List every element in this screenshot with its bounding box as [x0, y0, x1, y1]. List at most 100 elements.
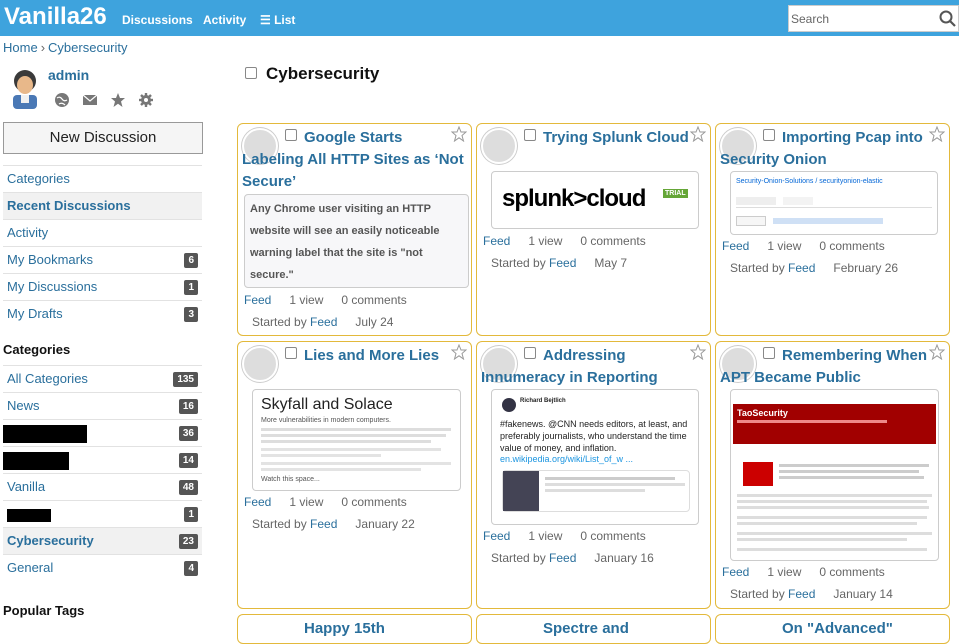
discussion-card[interactable]: Lies and More Lies Skyfall and Solace Mo… [237, 341, 472, 609]
started-by: Started by Feed July 24 [252, 315, 394, 329]
username[interactable]: admin [48, 67, 89, 83]
envelope-icon[interactable] [82, 92, 98, 108]
preview-image: Security-Onion-Solutions / securityonion… [730, 171, 938, 235]
started-by: Started by Feed January 22 [252, 517, 415, 531]
preview-image: Skyfall and Solace More vulnerabilities … [252, 389, 461, 491]
discussion-card[interactable]: Remembering When APT Became Public TaoSe… [715, 341, 950, 609]
redacted-label [3, 425, 87, 443]
nav-list[interactable]: ☰ List [260, 13, 295, 27]
count-badge: 16 [178, 399, 198, 414]
discussion-title[interactable]: Lies and More Lies [242, 345, 468, 367]
count-badge: 1 [184, 280, 198, 295]
category-item-vanilla[interactable]: Vanilla 48 [3, 473, 202, 500]
sidebar-item-activity[interactable]: Activity [3, 219, 202, 246]
gear-icon[interactable] [138, 92, 154, 108]
redacted-label [3, 452, 69, 470]
site-logo[interactable]: Vanilla26 [4, 3, 107, 31]
author-link[interactable]: Feed [310, 517, 337, 531]
discussion-title[interactable]: Remembering When APT Became Public [720, 345, 946, 389]
author-link[interactable]: Feed [788, 261, 815, 275]
top-navbar: Vanilla26 Discussions Activity ☰ List [0, 0, 959, 36]
list-icon: ☰ [260, 13, 275, 27]
started-by: Started by Feed February 26 [730, 261, 899, 275]
count-badge: 48 [178, 480, 198, 495]
nav-activity[interactable]: Activity [203, 13, 246, 27]
breadcrumb-home[interactable]: Home [3, 40, 38, 55]
started-by: Started by Feed January 16 [491, 551, 654, 565]
sidebar-item-my-discussions[interactable]: My Discussions 1 [3, 273, 202, 300]
feed-link[interactable]: Feed [483, 529, 510, 543]
feed-link[interactable]: Feed [244, 293, 271, 307]
sidebar-item-my-drafts[interactable]: My Drafts 3 [3, 300, 202, 327]
author-link[interactable]: Feed [549, 256, 576, 270]
started-by: Started by Feed May 7 [491, 256, 628, 270]
globe-icon[interactable] [54, 92, 70, 108]
discussion-title[interactable]: Happy 15th [242, 618, 468, 640]
feed-link[interactable]: Feed [483, 234, 510, 248]
page-title: Cybersecurity [266, 64, 380, 83]
count-badge: 135 [173, 372, 198, 387]
breadcrumb: Home › Cybersecurity [3, 40, 128, 55]
search-icon[interactable] [938, 9, 958, 29]
discussion-card[interactable]: Happy 15th [237, 614, 472, 644]
count-badge: 23 [178, 534, 198, 549]
category-item-news[interactable]: News 16 [3, 392, 202, 419]
author-link[interactable]: Feed [310, 315, 337, 329]
discussion-meta: Feed 1 view 0 comments [483, 529, 646, 543]
discussion-card[interactable]: Spectre and [476, 614, 711, 644]
discussion-card[interactable]: Trying Splunk Cloud splunk>cloud TRIAL F… [476, 123, 711, 336]
sidebar-item-my-bookmarks[interactable]: My Bookmarks 6 [3, 246, 202, 273]
category-item-redacted[interactable]: 36 [3, 419, 202, 446]
discussion-meta: Feed 1 view 0 comments [483, 234, 646, 248]
count-badge: 3 [184, 307, 198, 322]
discussion-card[interactable]: Importing Pcap into Security Onion Secur… [715, 123, 950, 336]
discussion-meta: Feed 1 view 0 comments [244, 495, 407, 509]
discussion-card[interactable]: On "Advanced" [715, 614, 950, 644]
search-box[interactable] [788, 5, 959, 32]
feed-link[interactable]: Feed [722, 239, 749, 253]
discussion-title[interactable]: On "Advanced" [720, 618, 946, 640]
count-badge: 14 [178, 453, 198, 468]
sidebar-item-categories[interactable]: Categories [3, 165, 202, 192]
star-icon[interactable] [110, 92, 126, 108]
popular-tags-heading: Popular Tags [3, 603, 85, 618]
count-badge: 6 [184, 253, 198, 268]
redacted-label [7, 509, 51, 522]
breadcrumb-current[interactable]: Cybersecurity [48, 40, 127, 55]
discussion-card[interactable]: Addressing Innumeracy in Reporting Richa… [476, 341, 711, 609]
discussion-meta: Feed 1 view 0 comments [244, 293, 407, 307]
discussion-title[interactable]: Spectre and [481, 618, 707, 640]
category-item-general[interactable]: General 4 [3, 554, 202, 581]
category-item-redacted[interactable]: 1 [3, 500, 202, 527]
search-input[interactable] [791, 9, 936, 29]
started-by: Started by Feed January 14 [730, 587, 893, 601]
discussion-excerpt: Any Chrome user visiting an HTTP website… [244, 194, 469, 288]
embedded-tweet: Richard Bejtlich #fakenews. @CNN needs e… [491, 389, 699, 525]
feed-link[interactable]: Feed [722, 565, 749, 579]
discussion-meta: Feed 1 view 0 comments [722, 565, 885, 579]
preview-image: splunk>cloud TRIAL [491, 171, 699, 229]
count-badge: 36 [178, 426, 198, 441]
sidebar-menu: Categories Recent Discussions Activity M… [3, 165, 202, 327]
discussion-title[interactable]: Importing Pcap into Security Onion [720, 127, 946, 171]
category-item-all[interactable]: All Categories 135 [3, 365, 202, 392]
category-item-cybersecurity[interactable]: Cybersecurity 23 [3, 527, 202, 554]
category-list: All Categories 135 News 16 36 14 Vanilla 48… [3, 365, 202, 581]
discussion-meta: Feed 1 view 0 comments [722, 239, 885, 253]
discussion-card[interactable]: Google Starts Labeling All HTTP Sites as… [237, 123, 472, 336]
discussion-title[interactable]: Trying Splunk Cloud [481, 127, 707, 149]
sidebar-item-recent-discussions[interactable]: Recent Discussions [3, 192, 202, 219]
new-discussion-button[interactable]: New Discussion [3, 122, 203, 154]
select-all-checkbox[interactable] [245, 67, 257, 79]
user-avatar[interactable] [6, 67, 44, 109]
discussion-title[interactable]: Google Starts Labeling All HTTP Sites as… [242, 127, 468, 193]
count-badge: 4 [184, 561, 198, 576]
count-badge: 1 [184, 507, 198, 522]
nav-discussions[interactable]: Discussions [122, 13, 193, 27]
category-item-redacted[interactable]: 14 [3, 446, 202, 473]
feed-link[interactable]: Feed [244, 495, 271, 509]
author-link[interactable]: Feed [788, 587, 815, 601]
preview-image: TaoSecurity [730, 389, 939, 561]
discussion-title[interactable]: Addressing Innumeracy in Reporting [481, 345, 707, 389]
author-link[interactable]: Feed [549, 551, 576, 565]
